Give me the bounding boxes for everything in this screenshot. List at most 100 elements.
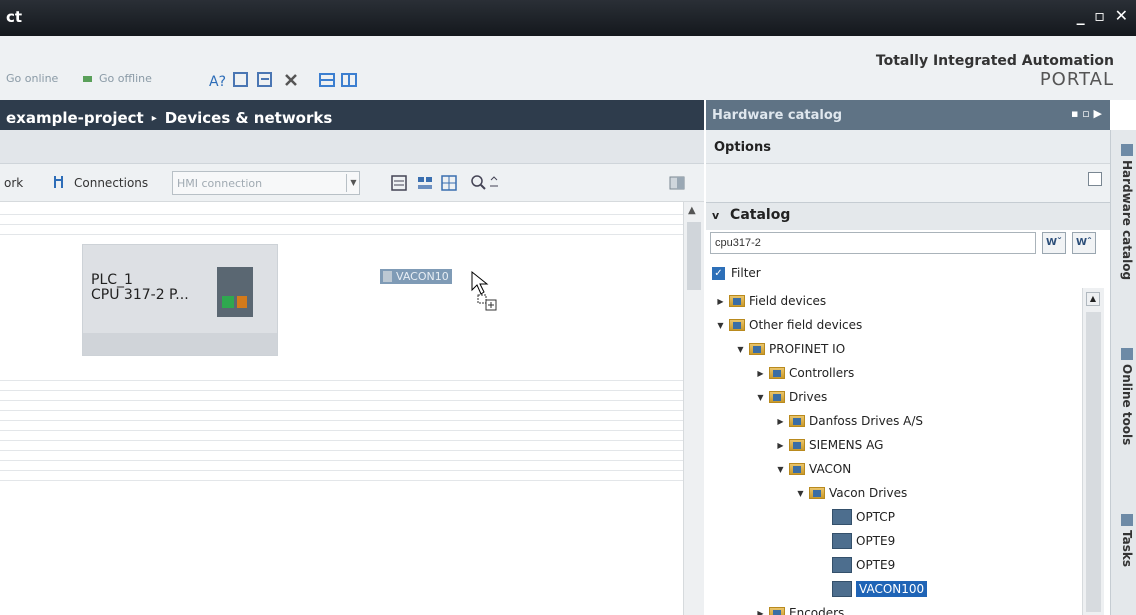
grid-line — [0, 410, 683, 411]
options-area — [706, 164, 1110, 202]
folder-icon — [809, 487, 825, 499]
accessible-devices-icon[interactable]: A? — [208, 71, 226, 89]
network-overview-icon[interactable] — [416, 174, 434, 192]
chevron-down-icon: v — [712, 209, 720, 222]
device-icon — [832, 581, 852, 597]
folder-icon — [789, 439, 805, 451]
folder-icon — [769, 367, 785, 379]
zoom-icon[interactable] — [470, 174, 500, 192]
plc-device-box[interactable]: PLC_1 CPU 317-2 P... — [82, 244, 278, 356]
tree-device-item-selected[interactable]: VACON100 — [832, 578, 928, 600]
collapse-arrow-icon: ▼ — [717, 320, 724, 330]
canvas-scrollbar[interactable]: ▲ — [683, 202, 704, 615]
collapse-arrow-icon: ▼ — [797, 488, 804, 498]
grid-icon[interactable] — [440, 174, 458, 192]
device-icon — [832, 533, 852, 549]
tree-node[interactable]: ▼ Other field devices — [716, 314, 862, 336]
expand-arrow-icon: ▶ — [757, 608, 764, 615]
tasks-icon — [1121, 514, 1133, 526]
folder-icon — [769, 391, 785, 403]
device-icon — [832, 557, 852, 573]
main-toolbar: Go online Go offline A? — [0, 36, 706, 100]
drag-cursor-icon — [471, 270, 497, 311]
scroll-thumb[interactable] — [1086, 312, 1101, 612]
grid-line — [0, 440, 683, 441]
panel-toggle-icon[interactable] — [668, 174, 686, 192]
catalog-scrollbar[interactable]: ▲ — [1082, 288, 1104, 615]
tree-node[interactable]: ▶ SIEMENS AG — [776, 434, 883, 456]
tree-node[interactable]: ▶ Danfoss Drives A/S — [776, 410, 923, 432]
grid-line — [0, 430, 683, 431]
tree-device-item[interactable]: OPTE9 — [832, 530, 895, 552]
tree-device-item[interactable]: OPTCP — [832, 506, 895, 528]
editor-tab-bar — [0, 130, 704, 164]
tree-node[interactable]: ▶ Controllers — [756, 362, 854, 384]
connections-button[interactable]: Connections — [74, 176, 148, 190]
scroll-thumb[interactable] — [687, 222, 701, 290]
folder-icon — [769, 607, 785, 615]
expand-arrow-icon: ▶ — [777, 440, 784, 450]
connection-type-select[interactable]: HMI connection — [172, 171, 360, 195]
breadcrumb-section[interactable]: Devices & networks — [165, 109, 333, 127]
close-icon[interactable] — [282, 71, 300, 89]
tia-portal-branding: Totally Integrated Automation PORTAL — [706, 36, 1136, 100]
catalog-search-input[interactable] — [710, 232, 1036, 254]
panel-controls-icon[interactable]: ▪ ▫ ▶ — [1071, 107, 1102, 120]
options-toggle-icon[interactable] — [1088, 172, 1102, 186]
brand-line-1: Totally Integrated Automation — [875, 53, 1114, 69]
collapse-arrow-icon: ▼ — [757, 392, 764, 402]
split-vertical-icon[interactable] — [340, 71, 358, 89]
tab-online-tools[interactable]: Online tools — [1111, 342, 1136, 451]
grid-line — [0, 214, 683, 215]
cross-reference-icon[interactable] — [232, 71, 250, 89]
search-up-button[interactable]: Wˆ — [1072, 232, 1096, 254]
collapse-arrow-icon: ▼ — [777, 464, 784, 474]
compare-icon[interactable] — [256, 71, 274, 89]
grid-line — [0, 400, 683, 401]
breadcrumb-project[interactable]: example-project — [6, 109, 144, 127]
tree-node[interactable]: ▼ Vacon Drives — [796, 482, 907, 504]
folder-icon — [749, 343, 765, 355]
grid-line — [0, 480, 683, 481]
tree-device-item[interactable]: OPTE9 — [832, 554, 895, 576]
options-section-title[interactable]: Options — [706, 130, 1110, 164]
scroll-up-icon[interactable]: ▲ — [1086, 292, 1100, 306]
split-horizontal-icon[interactable] — [318, 71, 336, 89]
tab-hardware-catalog[interactable]: Hardware catalog — [1111, 138, 1136, 286]
show-address-icon[interactable] — [390, 174, 408, 192]
tab-tasks[interactable]: Tasks — [1111, 508, 1136, 573]
breadcrumb: example-project ▸ Devices & networks — [0, 100, 704, 130]
tree-node[interactable]: ▶ Field devices — [716, 290, 826, 312]
tree-node[interactable]: ▶ Encoders — [756, 602, 844, 615]
grid-line — [0, 390, 683, 391]
breadcrumb-separator-icon: ▸ — [151, 112, 157, 124]
hardware-catalog-header: Hardware catalog ▪ ▫ ▶ — [706, 100, 1110, 130]
checkbox-checked-icon: ✓ — [712, 266, 725, 280]
window-controls[interactable]: _ ▫ ✕ — [1077, 6, 1130, 25]
filter-checkbox[interactable]: ✓ Filter — [712, 266, 761, 280]
folder-icon — [729, 295, 745, 307]
tree-node[interactable]: ▼ VACON — [776, 458, 851, 480]
device-icon — [383, 271, 392, 282]
network-canvas[interactable]: PLC_1 CPU 317-2 P... VACON10 — [0, 202, 683, 615]
folder-icon — [789, 463, 805, 475]
tree-node[interactable]: ▼ Drives — [756, 386, 827, 408]
task-card-tabs: Hardware catalog Online tools Tasks — [1110, 130, 1136, 615]
chevron-down-icon[interactable]: ▼ — [346, 174, 360, 192]
grid-line — [0, 470, 683, 471]
brand-line-2: PORTAL — [1039, 69, 1114, 90]
search-down-button[interactable]: Wˇ — [1042, 232, 1066, 254]
window-title: ct — [6, 8, 23, 26]
collapse-arrow-icon: ▼ — [737, 344, 744, 354]
connections-icon[interactable] — [52, 174, 68, 190]
network-button[interactable]: ork — [4, 176, 23, 190]
go-offline-button[interactable]: Go offline — [82, 72, 152, 85]
svg-text:A?: A? — [209, 74, 226, 89]
plc-module-icon — [217, 267, 253, 317]
scroll-up-icon[interactable]: ▲ — [688, 205, 696, 216]
grid-line — [0, 460, 683, 461]
catalog-section-header[interactable]: v Catalog — [706, 202, 1110, 230]
grid-line — [0, 380, 683, 381]
go-online-button[interactable]: Go online — [6, 72, 58, 85]
tree-node[interactable]: ▼ PROFINET IO — [736, 338, 845, 360]
